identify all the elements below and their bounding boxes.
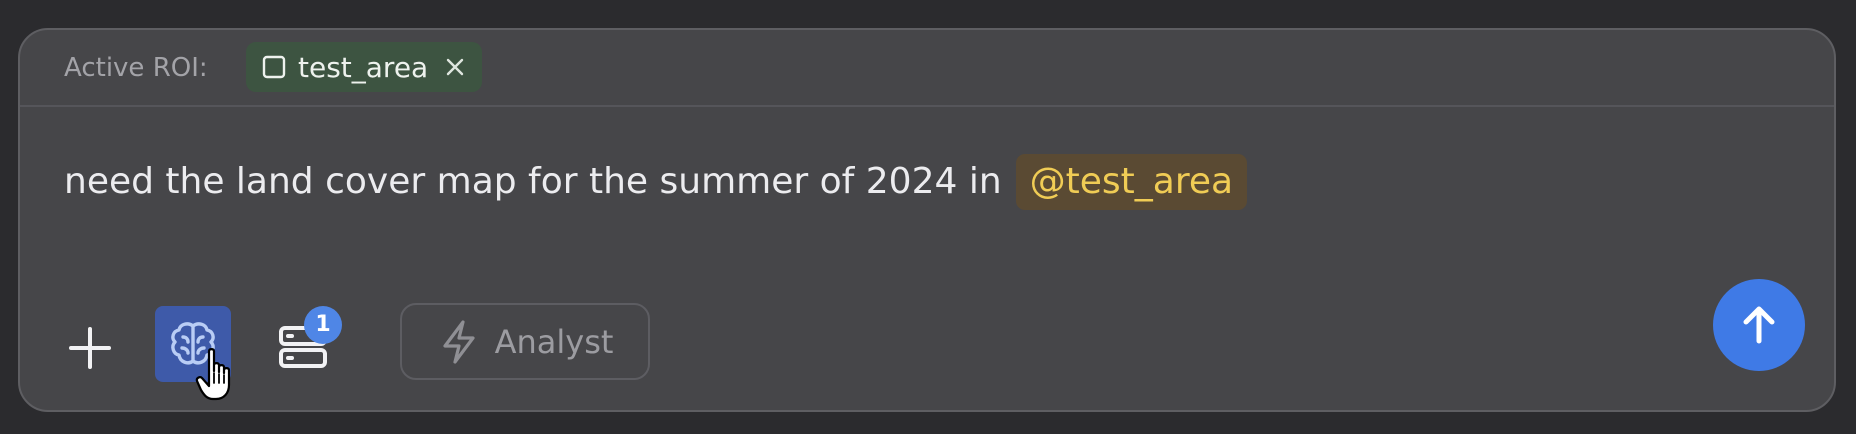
active-roi-bar: Active ROI: test_area <box>20 30 1834 107</box>
roi-chip-label: test_area <box>298 50 429 84</box>
add-attachment-button[interactable] <box>60 318 120 378</box>
square-icon <box>262 55 286 79</box>
prompt-text: need the land cover map for the summer o… <box>64 161 1002 202</box>
send-button[interactable] <box>1713 279 1805 371</box>
active-roi-label: Active ROI: <box>64 53 208 83</box>
roi-mention[interactable]: @test_area <box>1015 154 1248 210</box>
mode-label: Analyst <box>494 322 614 361</box>
chat-composer: Active ROI: test_area need the land cove… <box>18 28 1836 412</box>
layers-count-badge: 1 <box>304 306 342 344</box>
mode-analyst-button[interactable]: Analyst <box>400 303 650 380</box>
close-icon[interactable] <box>444 56 466 78</box>
hand-cursor-icon <box>195 348 231 401</box>
roi-chip[interactable]: test_area <box>246 42 483 92</box>
lightning-icon <box>442 319 475 364</box>
plus-icon <box>69 327 111 369</box>
prompt-input[interactable]: need the land cover map for the summer o… <box>64 154 1248 210</box>
arrow-up-icon <box>1743 306 1775 344</box>
